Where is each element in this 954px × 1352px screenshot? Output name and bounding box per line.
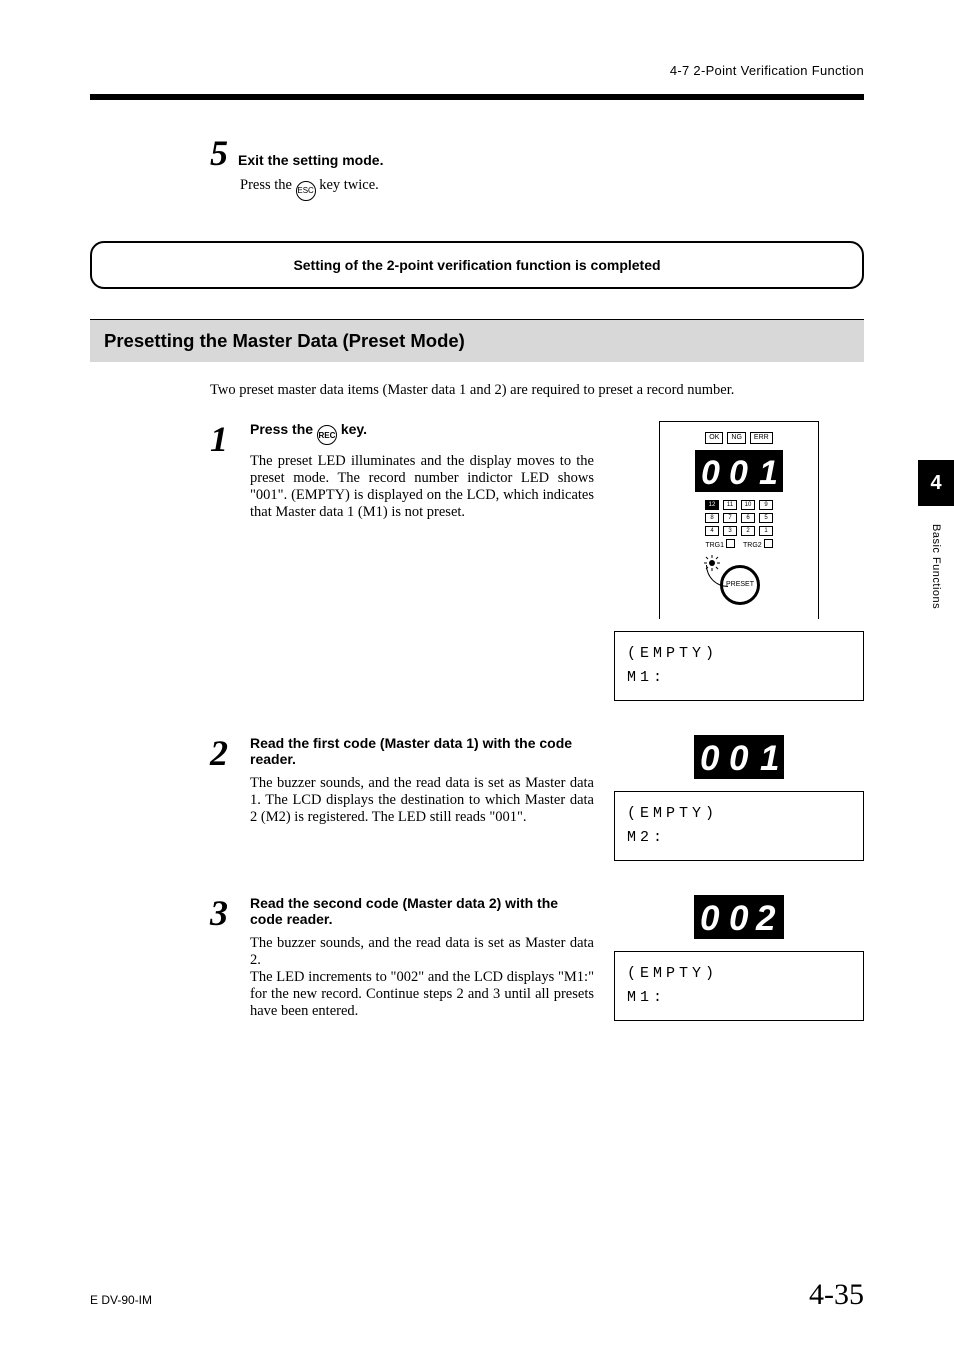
rec-key-icon: REC (317, 425, 337, 445)
lcd-display-2: (EMPTY) M2: (614, 791, 864, 861)
device-panel: OK NG ERR 001 12 11 10 9 8 (659, 421, 819, 619)
lcd-2-line2: M2: (627, 826, 851, 850)
lcd-1-line1: (EMPTY) (627, 642, 851, 666)
indicator-5: 5 (759, 513, 773, 523)
svg-text:2: 2 (755, 899, 776, 938)
indicator-9: 9 (759, 500, 773, 510)
lcd-3-line1: (EMPTY) (627, 962, 851, 986)
chapter-number: 4 (918, 460, 954, 506)
chapter-tab: 4 Basic Functions (918, 460, 954, 609)
preset-button: PRESET (720, 565, 760, 605)
step-2-title: Read the first code (Master data 1) with… (250, 735, 594, 767)
step-1-paragraph: The preset LED illuminates and the displ… (250, 453, 594, 521)
section-intro: Two preset master data items (Master dat… (210, 382, 864, 399)
indicator-8: 8 (705, 513, 719, 523)
lcd-3-line2: M1: (627, 986, 851, 1010)
lcd-display-1: (EMPTY) M1: (614, 631, 864, 701)
status-ng: NG (727, 432, 746, 444)
footer-doc-id: E DV-90-IM (90, 1293, 152, 1307)
svg-text:0: 0 (701, 454, 720, 492)
section-heading: Presetting the Master Data (Preset Mode) (90, 319, 864, 362)
esc-key-icon: ESC (296, 181, 316, 201)
breadcrumb: 4-7 2-Point Verification Function (670, 63, 864, 78)
step-2-paragraph: The buzzer sounds, and the read data is … (250, 775, 594, 826)
indicator-11: 11 (723, 500, 737, 510)
indicator-7: 7 (723, 513, 737, 523)
trg1-label: TRG1 (705, 539, 735, 549)
indicator-10: 10 (741, 500, 755, 510)
step-number-5: 5 (210, 135, 228, 171)
status-err: ERR (750, 432, 773, 444)
step-1-title: Press the REC key. (250, 421, 594, 446)
step-number-3: 3 (210, 895, 238, 931)
step-5-body-post: key twice. (319, 177, 379, 193)
lcd-2-line1: (EMPTY) (627, 802, 851, 826)
lcd-1-line2: M1: (627, 666, 851, 690)
chapter-label: Basic Functions (930, 524, 942, 609)
step-5-title: Exit the setting mode. (238, 152, 383, 168)
indicator-4: 4 (705, 526, 719, 536)
svg-text:0: 0 (700, 739, 720, 778)
svg-text:1: 1 (759, 454, 778, 492)
page-number: 4-35 (809, 1278, 864, 1312)
svg-text:0: 0 (729, 454, 748, 492)
step-number-2: 2 (210, 735, 238, 771)
step-1-title-pre: Press the (250, 421, 317, 437)
step-number-1: 1 (210, 421, 238, 457)
step-1-title-post: key. (341, 421, 367, 437)
indicator-2: 2 (741, 526, 755, 536)
svg-text:0: 0 (729, 739, 749, 778)
step-5-body-pre: Press the (240, 177, 296, 193)
completion-callout: Setting of the 2-point verification func… (90, 241, 864, 289)
indicator-3: 3 (723, 526, 737, 536)
indicator-12: 12 (705, 500, 719, 510)
step-3-title: Read the second code (Master data 2) wit… (250, 895, 594, 927)
status-ok: OK (705, 432, 723, 444)
svg-text:0: 0 (700, 899, 720, 938)
panel-led-001: 001 (695, 450, 783, 492)
trg2-label: TRG2 (743, 539, 773, 549)
step-3-paragraph: The buzzer sounds, and the read data is … (250, 935, 594, 1020)
svg-text:0: 0 (729, 899, 749, 938)
indicator-6: 6 (741, 513, 755, 523)
lcd-display-3: (EMPTY) M1: (614, 951, 864, 1021)
led-001: 001 (694, 735, 784, 779)
header-rule (90, 94, 864, 100)
led-002: 002 (694, 895, 784, 939)
svg-text:1: 1 (760, 739, 779, 778)
indicator-1: 1 (759, 526, 773, 536)
